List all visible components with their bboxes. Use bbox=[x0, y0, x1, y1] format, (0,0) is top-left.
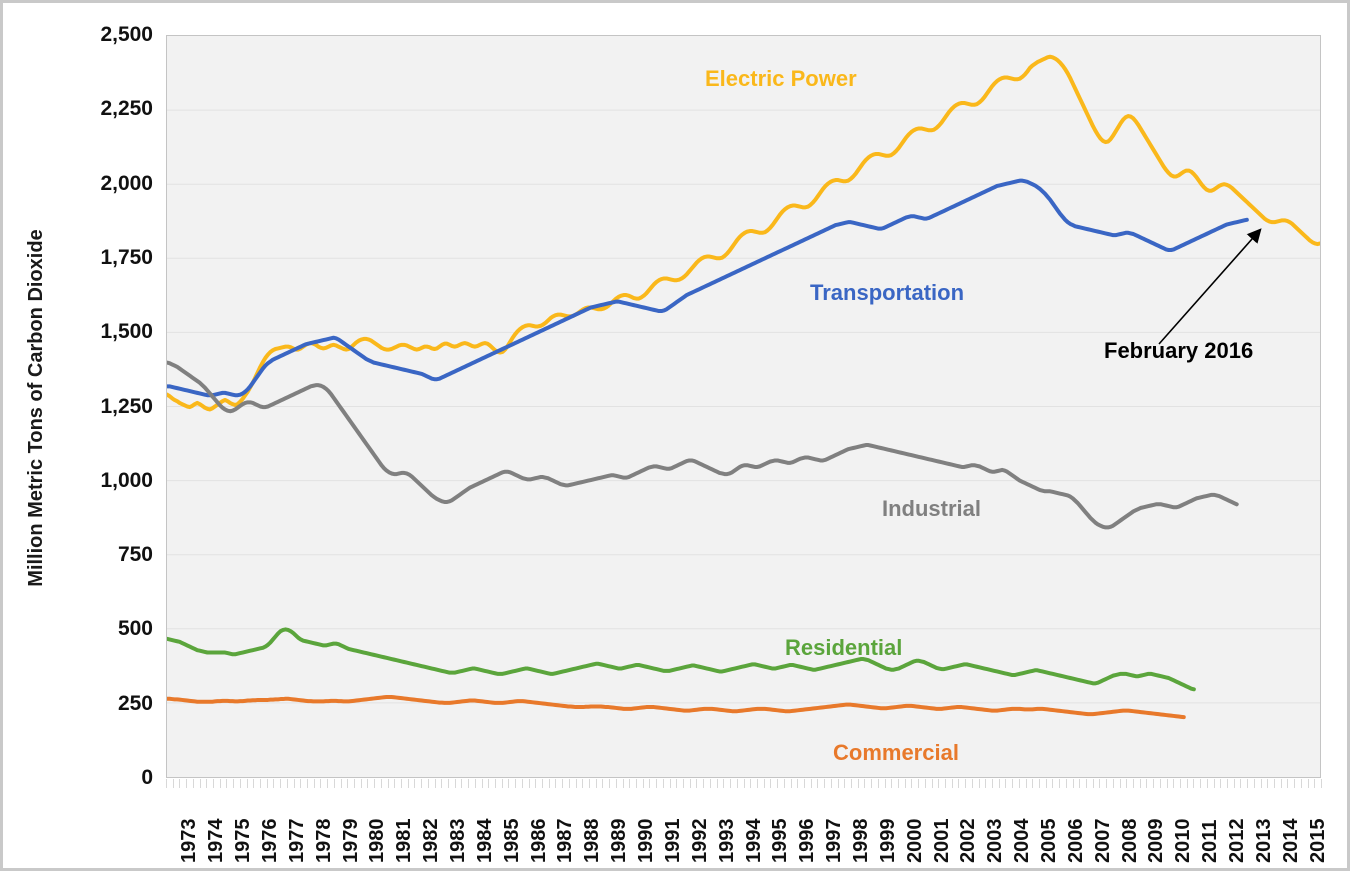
x-tick-1978: 1978 bbox=[312, 818, 335, 864]
x-tick-1973: 1973 bbox=[178, 818, 201, 864]
x-tick-2003: 2003 bbox=[984, 818, 1007, 864]
y-tick-500: 500 bbox=[117, 617, 153, 641]
x-tick-2011: 2011 bbox=[1199, 819, 1222, 863]
y-axis-title: Million Metric Tons of Carbon Dioxide bbox=[25, 229, 47, 587]
x-tick-1984: 1984 bbox=[473, 818, 496, 864]
annotation-label: February 2016 bbox=[1104, 338, 1254, 363]
x-tick-2005: 2005 bbox=[1037, 818, 1060, 864]
series-label-electric-power: Electric Power bbox=[705, 66, 857, 91]
y-tick-1500: 1,500 bbox=[100, 320, 153, 344]
x-tick-1996: 1996 bbox=[796, 818, 819, 864]
x-tick-1980: 1980 bbox=[366, 818, 389, 864]
x-tick-1983: 1983 bbox=[447, 818, 470, 864]
y-tick-0: 0 bbox=[141, 766, 153, 789]
x-tick-1976: 1976 bbox=[259, 818, 281, 864]
series-line-commercial bbox=[167, 694, 1186, 720]
y-axis-tick-labels: 0 250 500 750 1,000 1,250 1,500 1,750 2,000 2,250… bbox=[58, 3, 153, 868]
x-tick-1977: 1977 bbox=[285, 818, 308, 864]
x-tick-2009: 2009 bbox=[1145, 818, 1168, 864]
y-tick-1250: 1,250 bbox=[100, 394, 153, 418]
x-tick-2000: 2000 bbox=[903, 818, 926, 864]
x-tick-1991: 1991 bbox=[661, 818, 684, 864]
x-tick-2004: 2004 bbox=[1011, 818, 1034, 864]
x-tick-2013: 2013 bbox=[1252, 818, 1275, 864]
x-tick-1999: 1999 bbox=[876, 818, 899, 864]
x-tick-2014: 2014 bbox=[1279, 818, 1302, 864]
x-tick-1997: 1997 bbox=[823, 818, 846, 864]
series-canvas bbox=[167, 54, 1320, 720]
x-tick-1974: 1974 bbox=[205, 818, 228, 864]
x-tick-1994: 1994 bbox=[742, 818, 765, 864]
series-label-industrial: Industrial bbox=[882, 496, 982, 521]
plot-area bbox=[166, 35, 1321, 778]
x-tick-1987: 1987 bbox=[554, 818, 577, 864]
x-tick-1988: 1988 bbox=[581, 818, 604, 864]
x-tick-2010: 2010 bbox=[1172, 818, 1195, 864]
x-tick-2002: 2002 bbox=[957, 818, 980, 864]
y-tick-1000: 1,000 bbox=[100, 468, 153, 492]
x-tick-1998: 1998 bbox=[849, 818, 872, 864]
series-lines bbox=[167, 54, 1320, 720]
x-tick-1993: 1993 bbox=[715, 818, 738, 864]
x-tick-1995: 1995 bbox=[769, 818, 792, 864]
y-tick-2500: 2,500 bbox=[100, 23, 153, 46]
x-tick-2012: 2012 bbox=[1225, 818, 1248, 864]
y-tick-1750: 1,750 bbox=[100, 245, 153, 269]
series-line-residential bbox=[167, 627, 1196, 692]
x-tick-1982: 1982 bbox=[420, 818, 443, 864]
x-tick-1985: 1985 bbox=[500, 818, 523, 864]
x-axis-tick-labels: 1973 1974 1975 1976 1977 1978 1979 1980 1981 1982… bbox=[166, 787, 1328, 868]
y-tick-250: 250 bbox=[117, 691, 153, 715]
x-tick-1990: 1990 bbox=[635, 818, 658, 864]
x-tick-2008: 2008 bbox=[1118, 818, 1141, 864]
x-tick-2006: 2006 bbox=[1064, 818, 1087, 864]
chart-page: Million Metric Tons of Carbon Dioxide 0 2… bbox=[0, 0, 1350, 871]
y-tick-2250: 2,250 bbox=[100, 97, 153, 121]
series-line-transportation bbox=[167, 178, 1249, 398]
x-tick-1981: 1981 bbox=[393, 818, 416, 864]
x-tick-1986: 1986 bbox=[527, 818, 550, 864]
series-line-industrial bbox=[167, 360, 1239, 530]
y-tick-750: 750 bbox=[117, 543, 153, 567]
x-tick-1992: 1992 bbox=[688, 818, 711, 864]
y-tick-2000: 2,000 bbox=[100, 171, 153, 195]
series-label-commercial: Commercial bbox=[833, 740, 959, 765]
x-tick-2001: 2001 bbox=[930, 818, 953, 864]
x-tick-2007: 2007 bbox=[1091, 818, 1114, 864]
x-tick-1975: 1975 bbox=[232, 818, 255, 864]
x-tick-1979: 1979 bbox=[339, 818, 362, 864]
x-tick-2015: 2015 bbox=[1306, 818, 1329, 864]
tick-mark bbox=[1321, 779, 1322, 788]
x-tick-1989: 1989 bbox=[608, 818, 631, 864]
series-label-residential: Residential bbox=[785, 635, 903, 660]
series-label-transportation: Transportation bbox=[810, 280, 965, 305]
